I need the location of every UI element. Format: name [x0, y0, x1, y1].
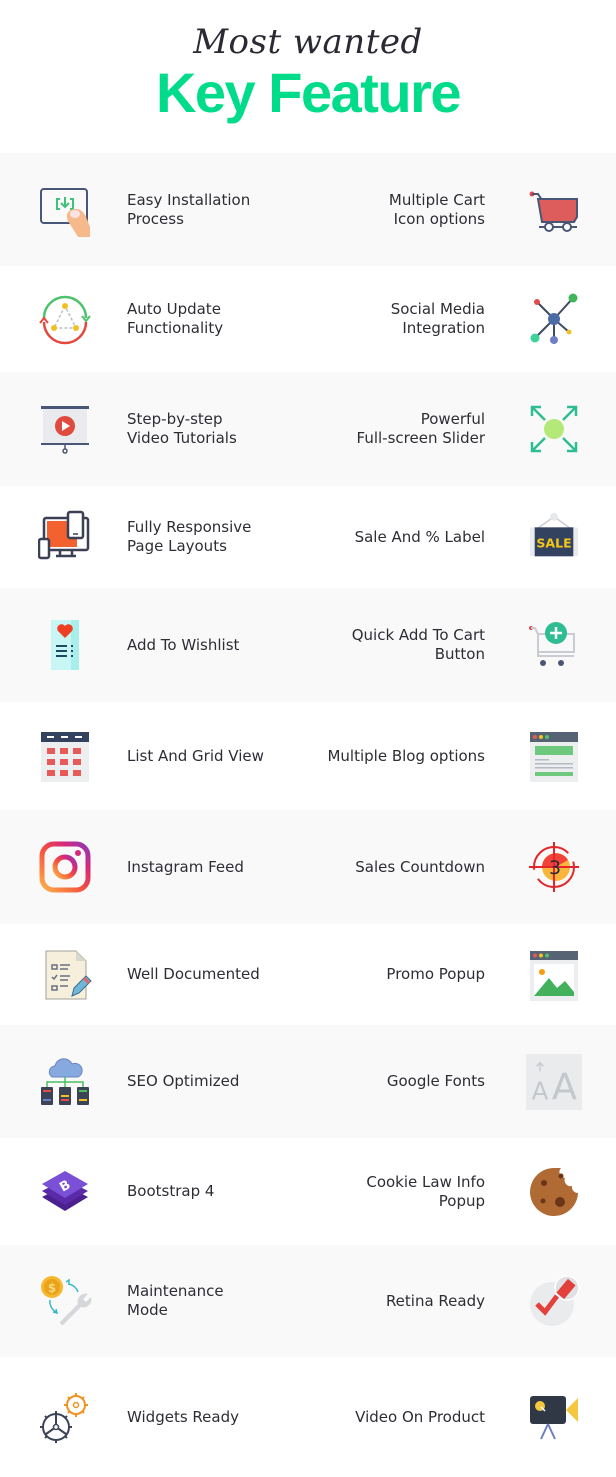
feature-row: Easy Installation Process Multiple Cart …	[0, 153, 616, 266]
feature-label: Well Documented	[127, 965, 260, 983]
cookie-icon	[526, 1164, 582, 1220]
svg-text:3: 3	[549, 857, 561, 879]
maintenance-wrench-icon: $	[37, 1273, 93, 1329]
feature-item: Video On Product	[308, 1357, 616, 1477]
feature-label: Auto Update Functionality	[127, 300, 224, 337]
image-popup-icon	[526, 947, 582, 1003]
feature-item: Google Fonts A A	[308, 1025, 616, 1138]
main-title: Key Feature	[155, 61, 462, 124]
auto-update-cycle-icon	[37, 291, 93, 347]
feature-label: Video On Product	[355, 1407, 485, 1426]
feature-row: $ Maintenance Mode Retina Ready	[0, 1245, 616, 1357]
countdown-target-icon: 3	[526, 839, 582, 895]
feature-label: Google Fonts	[386, 1072, 485, 1090]
feature-row: Fully Responsive Page Layouts Sale And %…	[0, 486, 616, 588]
feature-item: Multiple Blog options	[308, 702, 616, 810]
feature-label: SEO Optimized	[127, 1072, 240, 1090]
feature-label: Sales Countdown	[355, 857, 485, 876]
feature-item: Quick Add To Cart Button	[308, 588, 616, 702]
feature-row: Auto Update Functionality Social Media I…	[0, 266, 616, 372]
cloud-servers-icon	[37, 1054, 93, 1110]
wishlist-heart-icon	[37, 617, 93, 673]
feature-item: Fully Responsive Page Layouts	[0, 486, 308, 588]
feature-label: Widgets Ready	[127, 1407, 239, 1426]
feature-label: Social Media Integration	[390, 300, 485, 337]
fullscreen-expand-icon	[526, 401, 582, 457]
feature-item: Sale And % Label SALE	[308, 486, 616, 588]
sale-sign-icon: SALE	[526, 509, 582, 565]
feature-item: Auto Update Functionality	[0, 266, 308, 372]
feature-label: Fully Responsive Page Layouts	[127, 518, 252, 555]
feature-item: SEO Optimized	[0, 1025, 308, 1138]
retina-check-icon	[526, 1273, 582, 1329]
cart-add-icon	[526, 617, 582, 673]
feature-label: Cookie Law Info Popup	[366, 1172, 485, 1210]
feature-label: Promo Popup	[386, 965, 485, 983]
gears-icon	[37, 1389, 93, 1445]
feature-label: Add To Wishlist	[127, 635, 240, 654]
header: Most wanted Key Feature	[0, 0, 616, 153]
feature-item: Multiple Cart Icon options	[308, 153, 616, 266]
feature-item: Cookie Law Info Popup	[308, 1138, 616, 1245]
font-size-icon: A A	[526, 1053, 582, 1110]
feature-label: List And Grid View	[127, 746, 264, 765]
feature-row: B Bootstrap 4 Cookie Law Info Popup	[0, 1138, 616, 1245]
feature-item: Promo Popup	[308, 924, 616, 1025]
feature-label: Quick Add To Cart Button	[351, 626, 485, 663]
feature-row: Well Documented Promo Popup	[0, 924, 616, 1025]
svg-text:A: A	[552, 1065, 577, 1108]
feature-label: Bootstrap 4	[127, 1182, 215, 1200]
feature-label: Step-by-step Video Tutorials	[127, 410, 237, 447]
script-title: Most wanted	[193, 22, 423, 62]
feature-item: Well Documented	[0, 924, 308, 1025]
feature-row: SEO Optimized Google Fonts A A	[0, 1025, 616, 1138]
feature-item: B Bootstrap 4	[0, 1138, 308, 1245]
feature-row: List And Grid View Multiple Blog options	[0, 702, 616, 810]
svg-text:$: $	[48, 1281, 56, 1295]
svg-text:SALE: SALE	[536, 536, 571, 551]
feature-label: Easy Installation Process	[127, 190, 251, 228]
feature-item: Add To Wishlist	[0, 588, 308, 702]
feature-label: Powerful Full-screen Slider	[356, 410, 485, 447]
feature-row: Widgets Ready Video On Product	[0, 1357, 616, 1477]
feature-label: Maintenance Mode	[127, 1282, 224, 1319]
feature-item: Sales Countdown 3	[308, 810, 616, 924]
feature-row: Add To Wishlist Quick Add To Cart Button	[0, 588, 616, 702]
touch-install-icon	[37, 182, 93, 238]
feature-item: Step-by-step Video Tutorials	[0, 372, 308, 486]
feature-label: Sale And % Label	[354, 527, 485, 546]
svg-text:A: A	[532, 1076, 549, 1105]
instagram-icon	[37, 839, 93, 895]
feature-item: Easy Installation Process	[0, 153, 308, 266]
feature-item: Retina Ready	[308, 1245, 616, 1357]
responsive-devices-icon	[37, 509, 93, 565]
network-share-icon	[526, 291, 582, 347]
feature-item: Instagram Feed	[0, 810, 308, 924]
document-checklist-icon	[37, 947, 93, 1003]
blog-layout-icon	[526, 728, 582, 784]
video-presentation-icon	[37, 401, 93, 457]
grid-view-icon	[37, 728, 93, 784]
feature-row: Step-by-step Video Tutorials Powerful Fu…	[0, 372, 616, 486]
feature-item: List And Grid View	[0, 702, 308, 810]
video-camera-icon	[526, 1389, 582, 1445]
feature-label: Multiple Blog options	[327, 746, 485, 765]
feature-label: Instagram Feed	[127, 857, 244, 876]
feature-item: $ Maintenance Mode	[0, 1245, 308, 1357]
feature-label: Retina Ready	[385, 1291, 485, 1310]
bootstrap-icon: B	[37, 1164, 93, 1220]
feature-row: Instagram Feed Sales Countdown 3	[0, 810, 616, 924]
feature-item: Widgets Ready	[0, 1357, 308, 1477]
shopping-cart-icon	[526, 182, 582, 238]
feature-item: Powerful Full-screen Slider	[308, 372, 616, 486]
feature-label: Multiple Cart Icon options	[388, 190, 485, 228]
feature-item: Social Media Integration	[308, 266, 616, 372]
